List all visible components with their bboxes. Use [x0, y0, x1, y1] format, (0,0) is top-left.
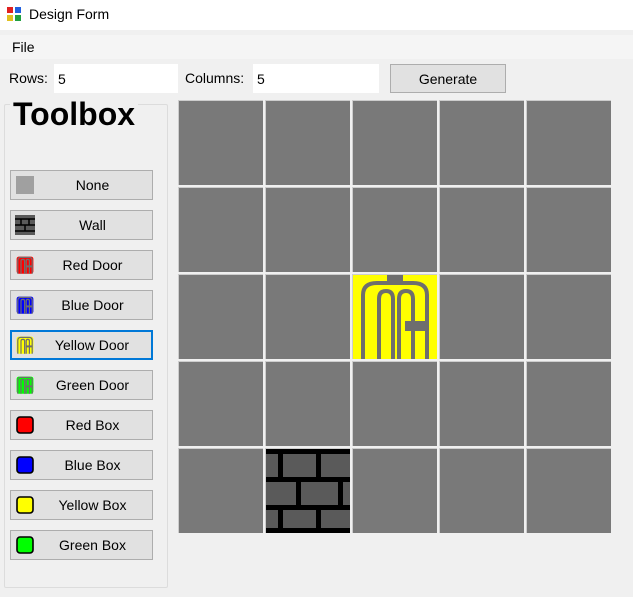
grid-cell-1-3[interactable] [439, 187, 524, 272]
grid-cell-0-3[interactable] [439, 100, 524, 185]
title-bar: Design Form [0, 0, 633, 30]
grid-cell-4-1[interactable] [265, 448, 350, 533]
grid-cell-2-1[interactable] [265, 274, 350, 359]
tool-button-red-door[interactable]: Red Door [10, 250, 153, 280]
tool-button-label: Red Door [62, 257, 123, 273]
tool-button-label: Green Door [55, 377, 130, 393]
tool-button-green-door[interactable]: Green Door [10, 370, 153, 400]
grid-cell-4-2[interactable] [352, 448, 437, 533]
tool-button-label: Blue Box [64, 457, 121, 473]
red-door-icon [16, 256, 34, 274]
tool-button-label: Wall [79, 217, 106, 233]
rows-label: Rows: [9, 70, 48, 86]
grid-cell-3-4[interactable] [526, 361, 611, 446]
tool-button-wall[interactable]: Wall [10, 210, 153, 240]
generate-button[interactable]: Generate [390, 64, 506, 93]
tool-button-label: Blue Door [61, 297, 124, 313]
yellow-box-icon [16, 496, 34, 514]
tool-button-label: None [75, 177, 110, 193]
tool-button-none[interactable]: None [10, 170, 153, 200]
tool-button-green-box[interactable]: Green Box [10, 530, 153, 560]
tool-button-label: Red Box [65, 417, 120, 433]
grid-cell-3-0[interactable] [178, 361, 263, 446]
app-icon [7, 7, 21, 21]
window-title: Design Form [29, 6, 110, 22]
grid-cell-1-2[interactable] [352, 187, 437, 272]
grid-cell-0-2[interactable] [352, 100, 437, 185]
tool-button-red-box[interactable]: Red Box [10, 410, 153, 440]
menu-file[interactable]: File [12, 39, 35, 55]
tool-button-label: Yellow Box [58, 497, 127, 513]
green-door-icon [16, 376, 34, 394]
tool-button-blue-door[interactable]: Blue Door [10, 290, 153, 320]
grid-cell-1-0[interactable] [178, 187, 263, 272]
menu-bar: File [0, 35, 633, 59]
none-tile-icon [16, 176, 34, 194]
grid-cell-2-2[interactable] [352, 274, 437, 359]
green-box-icon [16, 536, 34, 554]
columns-input[interactable] [253, 64, 379, 93]
tool-button-blue-box[interactable]: Blue Box [10, 450, 153, 480]
grid-cell-2-0[interactable] [178, 274, 263, 359]
grid-cell-1-4[interactable] [526, 187, 611, 272]
grid-cell-4-4[interactable] [526, 448, 611, 533]
tool-button-label: Yellow Door [54, 337, 130, 353]
wall-icon [15, 215, 35, 235]
grid-cell-1-1[interactable] [265, 187, 350, 272]
grid-cell-0-0[interactable] [178, 100, 263, 185]
grid-cell-4-3[interactable] [439, 448, 524, 533]
design-grid [178, 100, 616, 540]
grid-cell-3-1[interactable] [265, 361, 350, 446]
tool-button-yellow-door[interactable]: Yellow Door [10, 330, 153, 360]
tool-button-label: Green Box [59, 537, 126, 553]
grid-cell-3-2[interactable] [352, 361, 437, 446]
toolbox-title: Toolbox [10, 94, 139, 134]
yellow-door-icon [16, 336, 34, 354]
columns-label: Columns: [185, 70, 245, 86]
grid-cell-0-1[interactable] [265, 100, 350, 185]
wall-icon [266, 449, 350, 533]
blue-door-icon [16, 296, 34, 314]
blue-box-icon [16, 456, 34, 474]
tool-button-yellow-box[interactable]: Yellow Box [10, 490, 153, 520]
grid-cell-0-4[interactable] [526, 100, 611, 185]
grid-cell-2-4[interactable] [526, 274, 611, 359]
grid-cell-2-3[interactable] [439, 274, 524, 359]
yellow-door-icon [353, 275, 437, 359]
grid-cell-4-0[interactable] [178, 448, 263, 533]
rows-input[interactable] [54, 64, 178, 93]
grid-cell-3-3[interactable] [439, 361, 524, 446]
red-box-icon [16, 416, 34, 434]
